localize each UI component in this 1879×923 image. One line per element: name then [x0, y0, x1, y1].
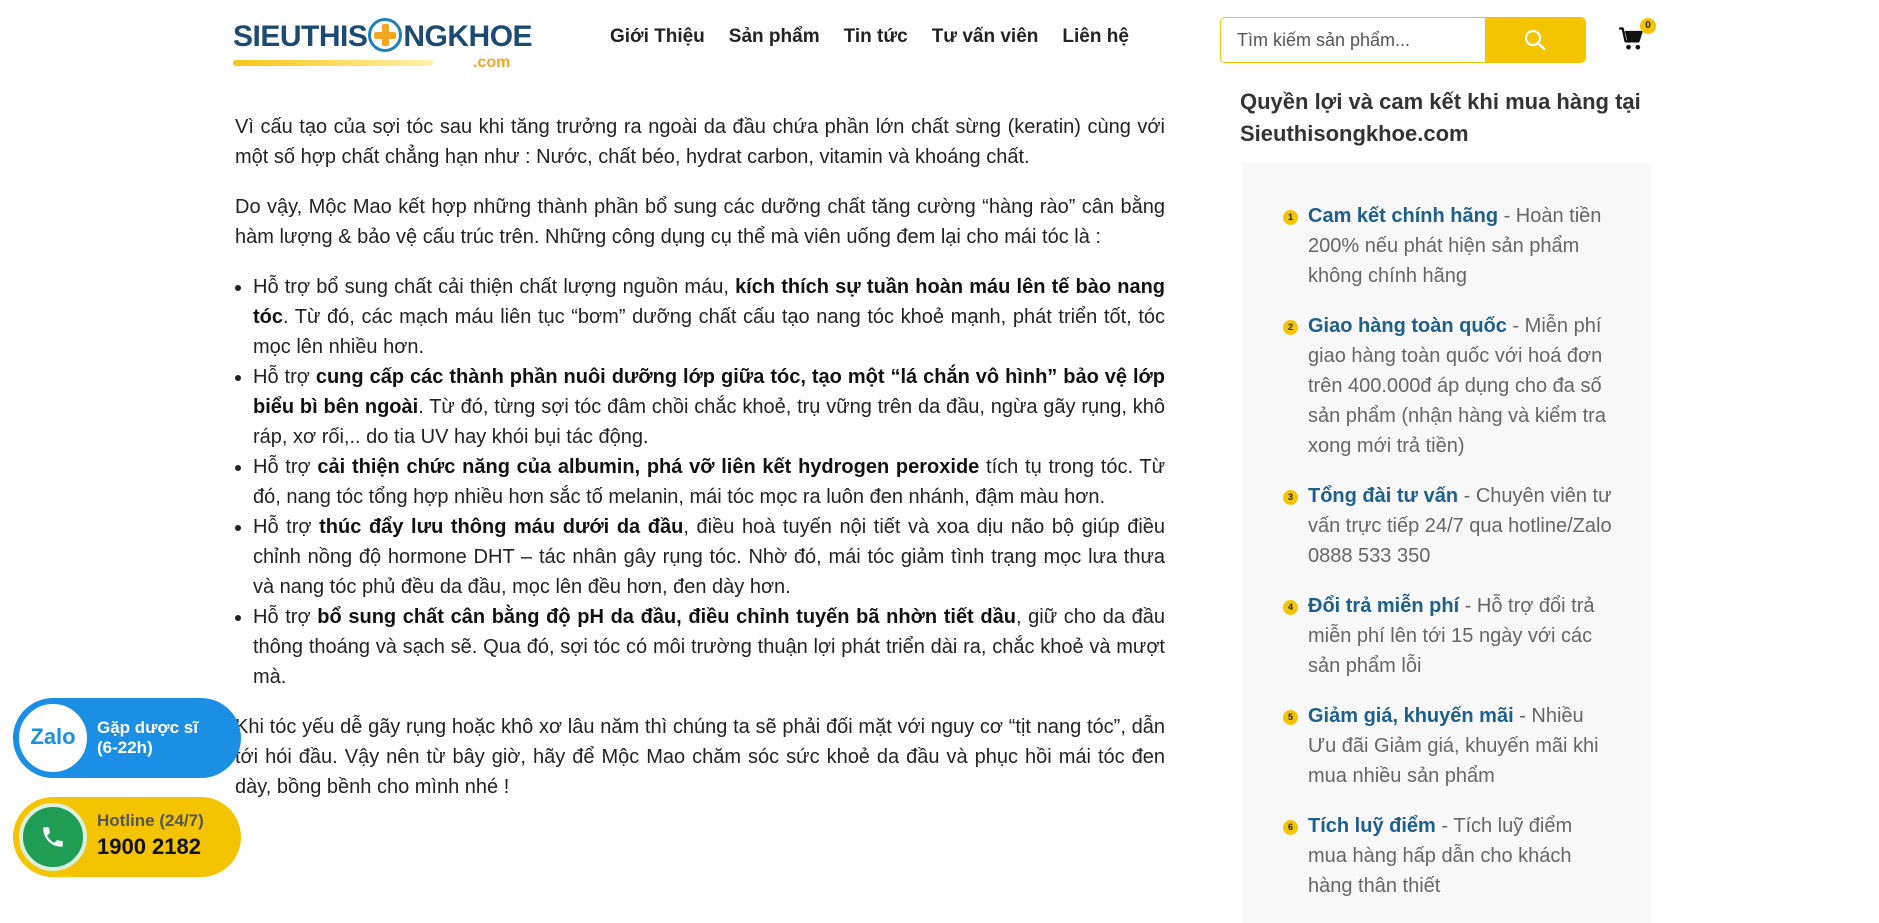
main-nav: Giới Thiệu Sản phẩm Tin tức Tư vấn viên …	[610, 26, 1129, 48]
commitment-title: Giảm giá, khuyến mãi	[1308, 705, 1514, 727]
logo-underline	[233, 60, 433, 66]
hotline-number: 1900 2182	[97, 834, 201, 859]
commitment-box: 1 Cam kết chính hãng - Hoàn tiền 200% nếu…	[1243, 163, 1651, 923]
zalo-contact-button[interactable]: Zalo Gặp dược sĩ (6-22h)	[13, 698, 241, 778]
list-item-bold: thúc đẩy lưu thông máu dưới da đầu	[319, 516, 684, 538]
list-item-text: Hỗ trợ bổ sung chất cải thiện chất lượng…	[253, 276, 736, 298]
site-logo[interactable]: SIEUTHIS NGKHOE .com	[233, 12, 533, 71]
list-item: Hỗ trợ bổ sung chất cải thiện chất lượng…	[253, 272, 1165, 362]
phone-icon	[19, 803, 87, 871]
list-item-text: Hỗ trợ	[253, 516, 320, 538]
search-bar	[1220, 17, 1586, 63]
article-paragraph-2: Do vậy, Mộc Mao kết hợp những thành phần…	[235, 196, 1165, 248]
benefit-list: Hỗ trợ bổ sung chất cải thiện chất lượng…	[235, 272, 1165, 692]
list-item: Hỗ trợ bổ sung chất cân bằng độ pH da đầ…	[253, 602, 1165, 692]
nav-lien-he[interactable]: Liên hệ	[1062, 26, 1129, 48]
cart-count-badge: 0	[1640, 18, 1656, 34]
site-header: SIEUTHIS NGKHOE .com Giới Thiệu Sản phẩm …	[0, 0, 1879, 78]
commitment-title: Đổi trả miễn phí	[1308, 595, 1460, 617]
logo-text-part-1: SIEUTHIS	[233, 20, 368, 53]
nav-tin-tuc[interactable]: Tin tức	[844, 26, 908, 48]
list-item-text: Hỗ trợ	[253, 366, 316, 388]
logo-plus-icon	[368, 18, 403, 52]
commitment-item: 3 Tổng đài tư vấn - Chuyên viên tư vấn tr…	[1283, 481, 1613, 571]
search-input[interactable]	[1221, 18, 1489, 62]
number-badge: 5	[1283, 710, 1298, 725]
article-body: Vì cấu tạo của sợi tóc sau khi tăng trưở…	[235, 112, 1165, 822]
commitment-item: 4 Đổi trả miễn phí - Hỗ trợ đổi trả miễn …	[1283, 591, 1613, 681]
hotline-button[interactable]: Hotline (24/7) 1900 2182	[13, 797, 241, 877]
article-paragraph-3: Khi tóc yếu dễ gãy rụng hoặc khô xơ lâu …	[235, 716, 1165, 798]
sidebar-title: Quyền lợi và cam kết khi mua hàng tại Si…	[1240, 89, 1641, 146]
logo-suffix: .com	[473, 54, 511, 71]
commitment-title: Tích luỹ điểm	[1308, 815, 1436, 837]
zalo-label-line-2: (6-22h)	[97, 738, 153, 757]
list-item-text: Hỗ trợ	[253, 606, 318, 628]
zalo-label-line-1: Gặp dược sĩ	[97, 718, 198, 737]
zalo-label: Gặp dược sĩ (6-22h)	[97, 718, 237, 758]
list-item: Hỗ trợ cung cấp các thành phần nuôi dưỡn…	[253, 362, 1165, 452]
commitment-title: Tổng đài tư vấn	[1308, 485, 1459, 507]
commitment-item: 5 Giảm giá, khuyến mãi - Nhiều Ưu đãi Giả…	[1283, 701, 1613, 791]
logo-text-part-2: NGKHOE	[403, 20, 533, 53]
nav-tu-van-vien[interactable]: Tư vấn viên	[932, 26, 1039, 48]
cart-button[interactable]: 0	[1618, 18, 1662, 64]
list-item-bold: cải thiện chức năng của albumin, phá vỡ …	[317, 456, 980, 478]
commitment-item: 2 Giao hàng toàn quốc - Miễn phí giao hàn…	[1283, 311, 1613, 461]
number-badge: 2	[1283, 320, 1298, 335]
list-item: Hỗ trợ cải thiện chức năng của albumin, …	[253, 452, 1165, 512]
hotline-label: Hotline (24/7)	[97, 811, 204, 830]
list-item: Hỗ trợ thúc đẩy lưu thông máu dưới da đầ…	[253, 512, 1165, 602]
number-badge: 1	[1283, 210, 1298, 225]
commitment-title: Cam kết chính hãng	[1308, 205, 1499, 227]
search-button[interactable]	[1485, 18, 1585, 62]
number-badge: 6	[1283, 820, 1298, 835]
commitment-title: Giao hàng toàn quốc	[1308, 315, 1507, 337]
logo-text: SIEUTHIS NGKHOE	[233, 18, 533, 54]
zalo-icon: Zalo	[16, 701, 90, 775]
number-badge: 4	[1283, 600, 1298, 615]
list-item-text: Hỗ trợ	[253, 456, 318, 478]
search-icon	[1524, 29, 1546, 51]
commitment-item: 6 Tích luỹ điểm - Tích luỹ điểm mua hàng …	[1283, 811, 1613, 901]
number-badge: 3	[1283, 490, 1298, 505]
commitment-list: 1 Cam kết chính hãng - Hoàn tiền 200% nếu…	[1283, 201, 1613, 921]
list-item-bold: bổ sung chất cân bằng độ pH da đầu, điều…	[317, 606, 1016, 628]
commitment-item: 1 Cam kết chính hãng - Hoàn tiền 200% nếu…	[1283, 201, 1613, 291]
article-paragraph-1: Vì cấu tạo của sợi tóc sau khi tăng trưở…	[235, 116, 1165, 168]
zalo-logo-text: Zalo	[30, 724, 76, 749]
nav-gioi-thieu[interactable]: Giới Thiệu	[610, 26, 705, 48]
phone-glyph	[43, 827, 63, 847]
list-item-text: . Từ đó, các mạch máu liên tục “bơm” dưỡ…	[253, 306, 1165, 358]
nav-san-pham[interactable]: Sản phẩm	[729, 26, 820, 48]
